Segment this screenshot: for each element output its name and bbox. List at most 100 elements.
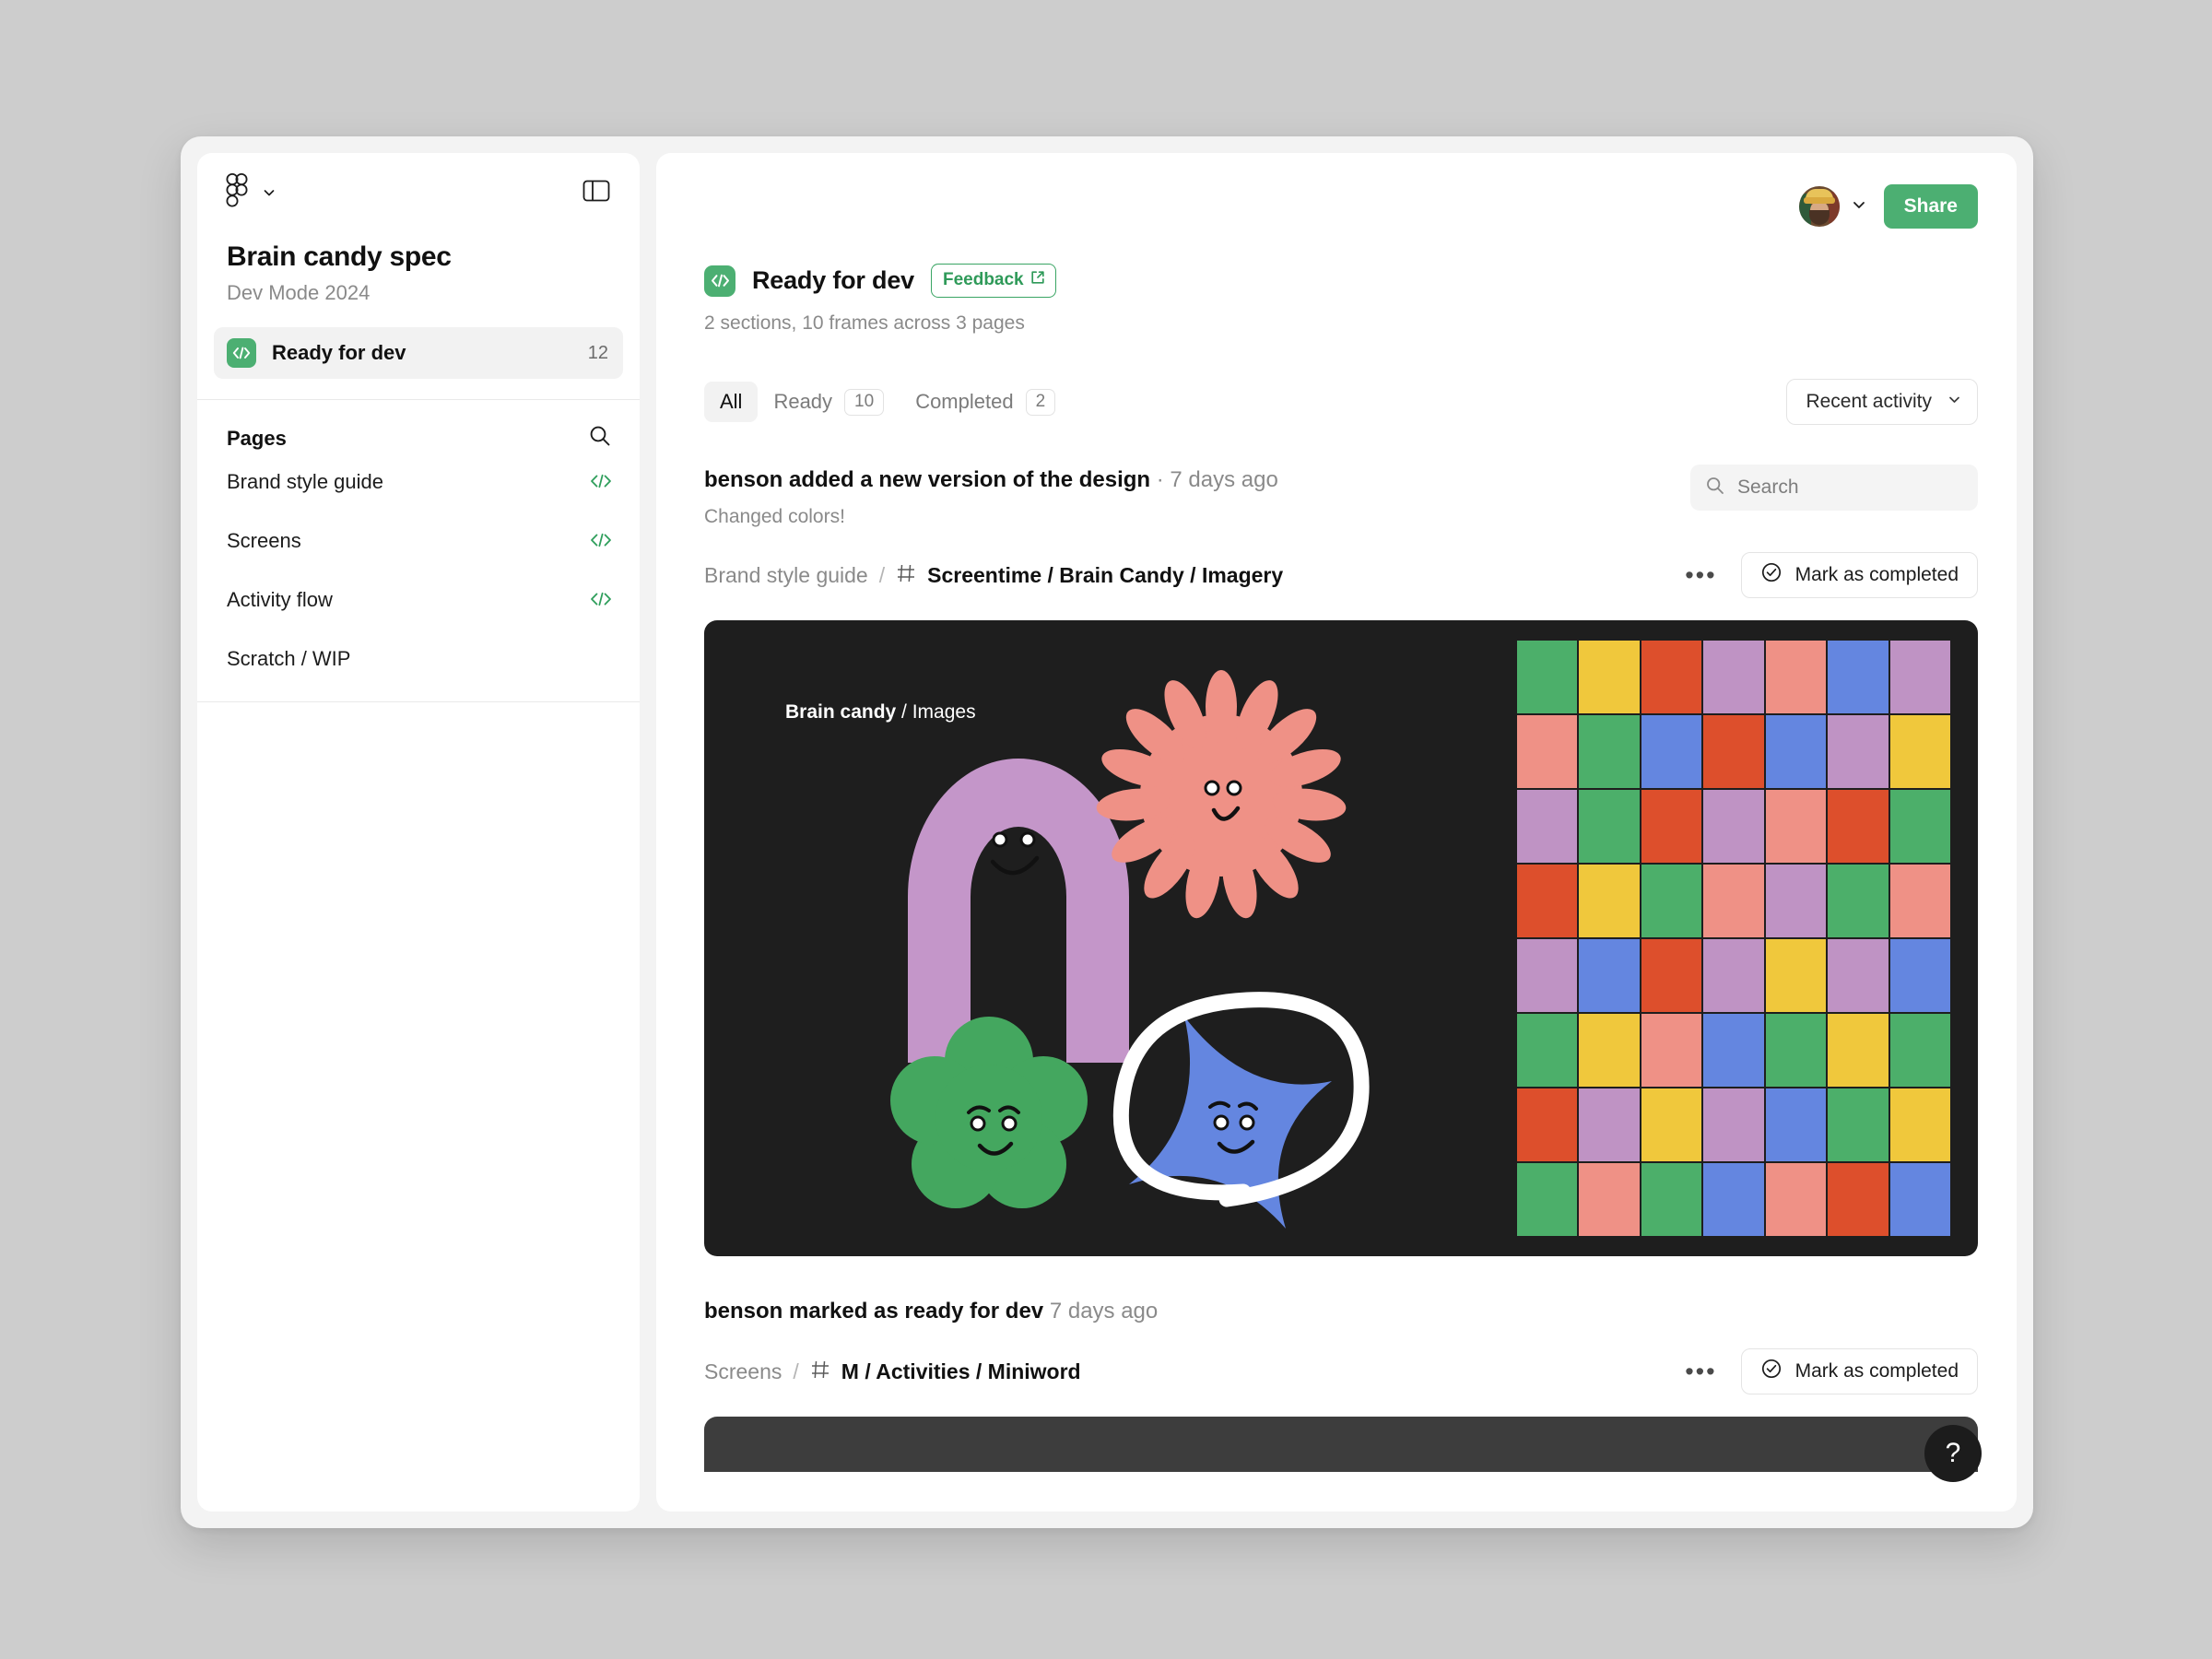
check-circle-icon (1760, 561, 1783, 589)
activity-time: 7 days ago (1170, 467, 1277, 492)
color-swatch (1890, 865, 1950, 937)
breadcrumb: Brand style guide / Screentime / Brain C… (704, 552, 1978, 598)
color-swatch (1703, 865, 1763, 937)
activity-actor-action: benson marked as ready for dev (704, 1299, 1043, 1324)
file-subtitle: Dev Mode 2024 (227, 281, 610, 305)
color-swatch (1828, 1088, 1888, 1161)
sidebar-item-label: Ready for dev (272, 341, 572, 365)
sidebar-page-item[interactable]: Screens (197, 512, 640, 571)
thumbnail-artwork: Brain candy / Images (704, 620, 1517, 1256)
tab-label: Ready (773, 390, 832, 414)
sidebar-page-item[interactable]: Brand style guide (197, 453, 640, 512)
chevron-down-icon (1947, 391, 1962, 413)
color-swatch (1641, 641, 1701, 713)
figma-logo-icon (225, 173, 249, 213)
color-swatch (1828, 715, 1888, 788)
search-input[interactable] (1737, 477, 1963, 499)
page-title: Brain candy spec (227, 241, 610, 273)
color-swatch (1828, 1014, 1888, 1087)
search-icon (1705, 476, 1725, 500)
color-swatch (1766, 865, 1826, 937)
sidebar-item-ready-for-dev[interactable]: Ready for dev 12 (214, 327, 623, 379)
mark-as-completed-button[interactable]: Mark as completed (1741, 1348, 1978, 1394)
file-info: Brain candy spec Dev Mode 2024 (197, 232, 640, 305)
color-swatch (1766, 1088, 1826, 1161)
design-thumbnail[interactable]: Brain candy / Images (704, 620, 1978, 1256)
tab-ready[interactable]: Ready 10 (758, 381, 900, 424)
code-icon (590, 529, 612, 553)
sort-label: Recent activity (1806, 391, 1932, 413)
activity-headline: benson marked as ready for dev 7 days ag… (704, 1299, 1978, 1324)
account-menu-button[interactable] (1799, 186, 1867, 227)
color-swatch (1517, 1163, 1577, 1236)
section-title: Ready for dev (752, 266, 914, 295)
tab-completed[interactable]: Completed 2 (900, 381, 1071, 424)
search-box[interactable] (1690, 465, 1978, 511)
color-swatch (1890, 1163, 1950, 1236)
main-toolbar: Share (656, 153, 2017, 229)
color-swatch (1766, 939, 1826, 1012)
activity-item: benson added a new version of the design… (704, 467, 1978, 1256)
color-swatch (1890, 1014, 1950, 1087)
activity-feed: benson added a new version of the design… (656, 467, 2017, 1472)
color-swatch (1828, 939, 1888, 1012)
breadcrumb-separator: / (879, 563, 885, 588)
chevron-down-icon (262, 185, 276, 200)
breadcrumb-frame-name[interactable]: Screentime / Brain Candy / Imagery (927, 563, 1283, 588)
pages-list: Brand style guide Screens Activity flow (197, 453, 640, 688)
color-swatch (1828, 1163, 1888, 1236)
breadcrumb-page[interactable]: Screens (704, 1359, 782, 1384)
tab-all[interactable]: All (704, 382, 758, 422)
activity-time: 7 days ago (1050, 1299, 1158, 1324)
breadcrumb-frame-name[interactable]: M / Activities / Miniword (841, 1359, 1081, 1384)
frame-icon (810, 1359, 830, 1384)
figma-menu-button[interactable] (225, 173, 276, 213)
search-icon[interactable] (588, 424, 612, 453)
code-icon (590, 588, 612, 612)
section-header: Ready for dev Feedback 2 sections, 10 fr… (656, 229, 2017, 335)
color-swatch (1890, 939, 1950, 1012)
share-button[interactable]: Share (1884, 184, 1978, 229)
sidebar-page-item[interactable]: Scratch / WIP (197, 629, 640, 688)
more-horizontal-icon[interactable]: ••• (1676, 563, 1725, 588)
mark-as-completed-button[interactable]: Mark as completed (1741, 552, 1978, 598)
brain-candy-illustration (704, 620, 1517, 1256)
color-swatch (1703, 939, 1763, 1012)
main-scroll-area[interactable]: Share Ready for dev Feedback (656, 153, 2017, 1512)
color-swatch (1890, 715, 1950, 788)
more-horizontal-icon[interactable]: ••• (1676, 1359, 1725, 1384)
color-swatch (1828, 865, 1888, 937)
color-swatch (1890, 790, 1950, 863)
mark-button-label: Mark as completed (1795, 564, 1959, 586)
code-icon (590, 470, 612, 494)
activity-separator: · (1150, 467, 1170, 492)
sidebar-page-item[interactable]: Activity flow (197, 571, 640, 629)
help-button[interactable]: ? (1924, 1425, 1982, 1482)
sort-dropdown[interactable]: Recent activity (1786, 379, 1978, 425)
color-swatch (1703, 641, 1763, 713)
frame-icon (896, 563, 916, 588)
panel-layout-icon[interactable] (582, 179, 610, 206)
color-swatch (1703, 790, 1763, 863)
color-swatch (1641, 790, 1701, 863)
pages-header-row: Pages (197, 400, 640, 453)
breadcrumb-page[interactable]: Brand style guide (704, 563, 868, 588)
tab-count: 10 (844, 389, 884, 416)
external-link-icon (1030, 270, 1045, 290)
activity-actor-action: benson added a new version of the design (704, 467, 1150, 492)
breadcrumb-separator: / (793, 1359, 798, 1384)
main-panel: Share Ready for dev Feedback (656, 153, 2017, 1512)
color-swatch (1890, 641, 1950, 713)
color-swatch (1579, 790, 1639, 863)
tab-label: All (720, 390, 742, 414)
design-thumbnail[interactable] (704, 1417, 1978, 1472)
feedback-button[interactable]: Feedback (931, 264, 1056, 298)
activity-item: benson marked as ready for dev 7 days ag… (704, 1299, 1978, 1472)
mark-button-label: Mark as completed (1795, 1360, 1959, 1382)
sidebar: Brain candy spec Dev Mode 2024 Ready for… (197, 153, 640, 1512)
page-item-label: Scratch / WIP (227, 647, 350, 671)
color-swatch (1703, 1014, 1763, 1087)
color-swatch (1579, 1014, 1639, 1087)
color-swatch-panel (1517, 620, 1978, 1256)
color-swatch (1766, 1163, 1826, 1236)
